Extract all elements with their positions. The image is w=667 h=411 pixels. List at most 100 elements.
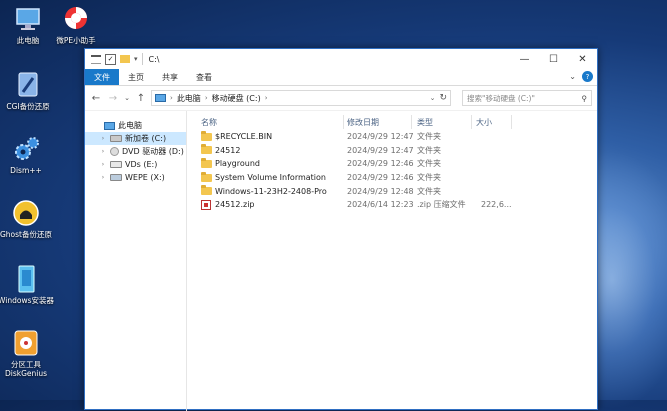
address-dropdown-icon[interactable]: ⌄ [430,94,436,102]
tab-share[interactable]: 共享 [153,69,187,85]
refresh-icon[interactable]: ↻ [439,93,447,103]
window-controls: — ☐ ✕ [510,49,597,69]
nav-item-label: DVD 驱动器 (D:) [122,147,184,156]
chevron-right-icon: › [170,94,173,102]
search-box[interactable]: 搜索"移动硬盘 (C:)" ⚲ [462,90,592,106]
search-icon[interactable]: ⚲ [582,94,588,103]
file-date: 2024/9/29 12:46 [347,159,414,169]
minimize-button[interactable]: — [510,49,539,69]
desktop-icon-dism[interactable]: Dism++ [0,134,54,175]
file-date: 2024/9/29 12:47 [347,145,414,155]
expand-icon[interactable]: › [99,161,107,168]
column-divider[interactable] [411,115,412,129]
desktop-icon-pe-helper[interactable]: 微PE小助手 [48,4,104,45]
desktop-icon-label: Ghost备份还原 [0,230,52,239]
breadcrumb-drive[interactable]: 移动硬盘 (C:) [212,93,261,104]
file-name: 24512.zip [201,198,255,212]
file-date: 2024/9/29 12:47 [347,132,414,142]
file-name-text: Playground [215,159,260,169]
ribbon-tabs: 文件 主页 共享 查看 ⌄ ? [85,69,597,86]
file-type: 文件夹 [417,132,441,142]
qat-dropdown-icon[interactable]: ▾ [134,55,138,63]
recent-locations-button[interactable]: ⌄ [123,90,131,106]
file-row-playground[interactable]: Playground 2024/9/29 12:46 文件夹 [187,157,597,171]
column-divider[interactable] [471,115,472,129]
file-row-24512-zip[interactable]: 24512.zip 2024/6/14 12:23 .zip 压缩文件 222,… [187,198,597,212]
chevron-down-icon[interactable]: ⌄ [569,72,576,81]
explorer-body: 此电脑 › 新加卷 (C:) › DVD 驱动器 (D:) › VDs (E:)… [85,111,597,411]
file-row-windows-11[interactable]: Windows-11-23H2-2408-Pro 2024/9/29 12:48… [187,184,597,198]
file-date: 2024/6/14 12:23 [347,200,414,210]
nav-item-label: WEPE (X:) [125,173,165,182]
computer-icon [155,94,166,102]
file-list: 名称 修改日期 类型 大小 $RECYCLE.BIN 2024/9/29 12:… [187,111,597,411]
properties-icon[interactable]: ✓ [105,53,116,65]
nav-item-drive-c[interactable]: › 新加卷 (C:) [85,132,186,145]
desktop-icon-cgi[interactable]: CGI备份还原 [0,70,56,111]
file-name: System Volume Information [201,171,326,185]
desktop-icon-ghost[interactable]: Ghost备份还原 [0,198,54,239]
column-type[interactable]: 类型 [417,114,433,130]
file-type: .zip 压缩文件 [417,200,466,210]
file-size: 222,6... [481,200,512,210]
file-row-recycle-bin[interactable]: $RECYCLE.BIN 2024/9/29 12:47 文件夹 [187,130,597,144]
folder-icon [201,185,212,196]
nav-item-this-pc[interactable]: 此电脑 [85,119,186,132]
title-bar: ✓ ▾ C:\ — ☐ ✕ [85,49,597,69]
desktop-icon-label: Dism++ [10,166,42,175]
file-row-24512[interactable]: 24512 2024/9/29 12:47 文件夹 [187,144,597,158]
dvd-icon [110,147,119,156]
expand-icon[interactable]: › [99,135,107,142]
file-name: 24512 [201,144,240,158]
column-header: 名称 修改日期 类型 大小 [187,114,597,130]
tab-home[interactable]: 主页 [119,69,153,85]
chevron-right-icon: › [204,94,208,102]
nav-item-dvd-d[interactable]: › DVD 驱动器 (D:) [85,145,186,158]
close-button[interactable]: ✕ [568,49,597,69]
nav-item-label: 新加卷 (C:) [125,134,167,143]
desktop-icon-label: CGI备份还原 [6,102,50,111]
drive-icon [110,174,122,181]
file-name-text: $RECYCLE.BIN [215,132,273,142]
file-name: Playground [201,157,260,171]
maximize-button[interactable]: ☐ [539,49,568,69]
column-name[interactable]: 名称 [201,114,217,130]
computer-icon [104,121,115,130]
breadcrumb-this-pc[interactable]: 此电脑 [177,93,201,104]
desktop-icon-label: 微PE小助手 [56,36,96,45]
nav-item-vds-e[interactable]: › VDs (E:) [85,158,186,171]
column-date[interactable]: 修改日期 [347,114,379,130]
cgi-backup-icon [13,70,43,100]
drive-icon [110,161,122,168]
gear-icon [11,134,41,164]
window-menu-icon[interactable] [91,54,101,64]
file-date: 2024/9/29 12:46 [347,173,414,183]
file-name-text: Windows-11-23H2-2408-Pro [215,186,327,196]
desktop-icon-diskgenius[interactable]: 分区工具DiskGenius [0,328,54,378]
column-divider[interactable] [343,115,344,129]
file-name: Windows-11-23H2-2408-Pro [201,184,327,198]
up-button[interactable]: ↑ [134,90,148,106]
column-size[interactable]: 大小 [476,114,492,130]
new-folder-icon[interactable] [120,55,130,63]
file-name: $RECYCLE.BIN [201,130,272,144]
forward-button[interactable]: → [106,90,120,106]
nav-item-wepe-x[interactable]: › WEPE (X:) [85,171,186,184]
window-title: C:\ [148,54,160,64]
zip-file-icon [201,199,211,210]
address-bar[interactable]: › 此电脑 › 移动硬盘 (C:) › ⌄ ↻ [151,90,451,106]
nav-item-label: 此电脑 [118,121,142,130]
file-row-system-volume-info[interactable]: System Volume Information 2024/9/29 12:4… [187,171,597,185]
file-type: 文件夹 [417,159,441,169]
column-divider[interactable] [511,115,512,129]
back-button[interactable]: ← [89,90,103,106]
help-icon[interactable]: ? [582,71,593,82]
file-type: 文件夹 [417,145,441,155]
folder-icon [201,157,212,168]
desktop-icon-windows-installer[interactable]: Windows安装器 [0,264,54,305]
monitor-icon [13,4,43,34]
expand-icon[interactable]: › [99,174,107,181]
tab-file[interactable]: 文件 [85,69,119,85]
tab-view[interactable]: 查看 [187,69,221,85]
expand-icon[interactable]: › [99,148,107,155]
